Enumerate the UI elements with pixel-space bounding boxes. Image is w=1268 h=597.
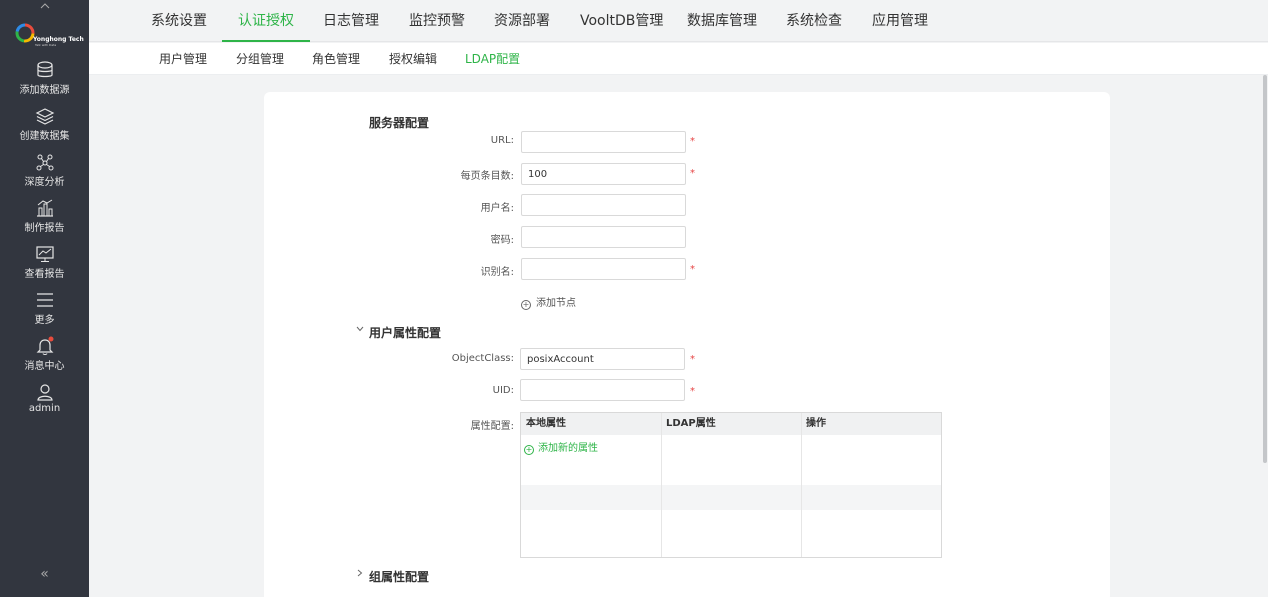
tab-system-settings[interactable]: 系统设置 [151,0,207,42]
chevron-down-icon[interactable] [356,324,364,335]
app-root: Yonghong Tech Talk with Data 添加数据源 创建数据集… [0,0,1268,597]
sidebar-item-deep-analysis[interactable]: 深度分析 [0,152,89,194]
subtab-role-management[interactable]: 角色管理 [312,43,360,75]
subtab-user-management[interactable]: 用户管理 [159,43,207,75]
url-input[interactable] [521,131,686,153]
user-icon [36,384,53,401]
subtab-ldap-config[interactable]: LDAP配置 [465,43,520,75]
sidebar-item-label: 创建数据集 [19,131,70,142]
scrollbar-thumb[interactable] [1263,75,1267,463]
sidebar-collapse-up-icon[interactable] [0,0,89,12]
sidebar-item-make-report[interactable]: 制作报告 [0,198,89,240]
table-row [521,460,941,485]
sidebar-item-label: 添加数据源 [19,85,70,96]
url-label: URL: [490,135,514,146]
monitor-chart-icon [35,246,54,262]
top-nav: 系统设置 认证授权 日志管理 监控预警 资源部署 VooltDB管理 数据库管理… [89,0,1268,42]
add-circle-icon: + [521,300,531,310]
menu-icon [36,293,53,307]
network-icon [36,154,53,171]
sidebar-item-create-dataset[interactable]: 创建数据集 [0,106,89,148]
required-marker: * [690,168,695,179]
layers-icon [35,108,54,125]
chevron-right-icon[interactable] [357,569,363,580]
required-marker: * [690,354,695,365]
tab-database-management[interactable]: 数据库管理 [687,0,757,42]
sidebar-item-label: 消息中心 [24,361,65,372]
password-input[interactable] [521,226,686,248]
logo-name: Yonghong Tech [33,36,84,43]
column-divider [661,413,662,557]
password-label: 密码: [490,235,514,246]
subtab-auth-edit[interactable]: 授权编辑 [389,43,437,75]
objectclass-input[interactable] [520,348,685,370]
table-row [521,535,941,560]
uid-input[interactable] [520,379,685,401]
tab-vooltdb-management[interactable]: VooltDB管理 [580,0,663,42]
page-size-input[interactable] [521,163,686,185]
sidebar-item-label: admin [28,403,61,414]
tab-system-check[interactable]: 系统检查 [786,0,842,42]
sidebar-item-label: 查看报告 [24,269,65,280]
add-attribute-button[interactable]: + 添加新的属性 [524,439,598,455]
add-circle-icon: + [524,445,534,455]
tab-monitoring-alerts[interactable]: 监控预警 [409,0,465,42]
column-header-local-attr: 本地属性 [521,413,661,435]
logo[interactable]: Yonghong Tech Talk with Data [14,20,84,50]
bell-icon [36,336,53,355]
required-marker: * [690,264,695,275]
objectclass-label: ObjectClass: [451,353,514,364]
tab-log-management[interactable]: 日志管理 [323,0,379,42]
sidebar-item-message-center[interactable]: 消息中心 [0,336,89,378]
username-input[interactable] [521,194,686,216]
required-marker: * [690,386,695,397]
sidebar-item-add-datasource[interactable]: 添加数据源 [0,60,89,102]
user-attr-config-title[interactable]: 用户属性配置 [369,324,441,341]
tab-app-management[interactable]: 应用管理 [872,0,928,42]
sidebar-item-label: 深度分析 [24,177,65,188]
column-divider [801,413,802,557]
column-header-ldap-attr: LDAP属性 [661,413,801,435]
tab-resource-deploy[interactable]: 资源部署 [494,0,550,42]
dn-label: 识别名: [480,267,514,278]
server-config-title: 服务器配置 [369,116,430,130]
add-attribute-label: 添加新的属性 [538,443,598,454]
tab-auth[interactable]: 认证授权 [222,0,310,42]
add-node-label: 添加节点 [536,298,576,309]
username-label: 用户名: [480,203,514,214]
sidebar: Yonghong Tech Talk with Data 添加数据源 创建数据集… [0,0,89,597]
sidebar-item-user[interactable]: admin [0,382,89,424]
attr-config-label: 属性配置: [470,421,514,432]
subtab-group-management[interactable]: 分组管理 [236,43,284,75]
database-icon [36,61,53,78]
sidebar-item-label: 制作报告 [24,223,65,234]
group-attr-config-title[interactable]: 组属性配置 [369,568,429,585]
table-row [521,510,941,535]
sidebar-item-more[interactable]: 更多 [0,290,89,332]
bar-chart-icon [36,199,53,217]
sub-nav: 用户管理 分组管理 角色管理 授权编辑 LDAP配置 [89,43,1268,75]
sidebar-item-label: 更多 [34,315,55,326]
vertical-scrollbar[interactable] [1262,75,1268,597]
dn-input[interactable] [521,258,686,280]
sidebar-item-view-report[interactable]: 查看报告 [0,244,89,286]
logo-tagline: Talk with Data [35,43,57,47]
sidebar-collapse-icon[interactable]: « [0,566,89,584]
ldap-config-panel: 服务器配置 URL: * 每页条目数: * 用户名: 密码: 识别名: * + 添… [264,92,1110,597]
page-size-label: 每页条目数: [460,171,514,182]
table-row [521,485,941,510]
column-header-actions: 操作 [801,413,941,435]
attr-mapping-table: 本地属性 LDAP属性 操作 + 添加新的属性 [520,412,942,558]
required-marker: * [690,136,695,147]
add-node-button[interactable]: + 添加节点 [521,294,576,310]
uid-label: UID: [492,385,514,396]
